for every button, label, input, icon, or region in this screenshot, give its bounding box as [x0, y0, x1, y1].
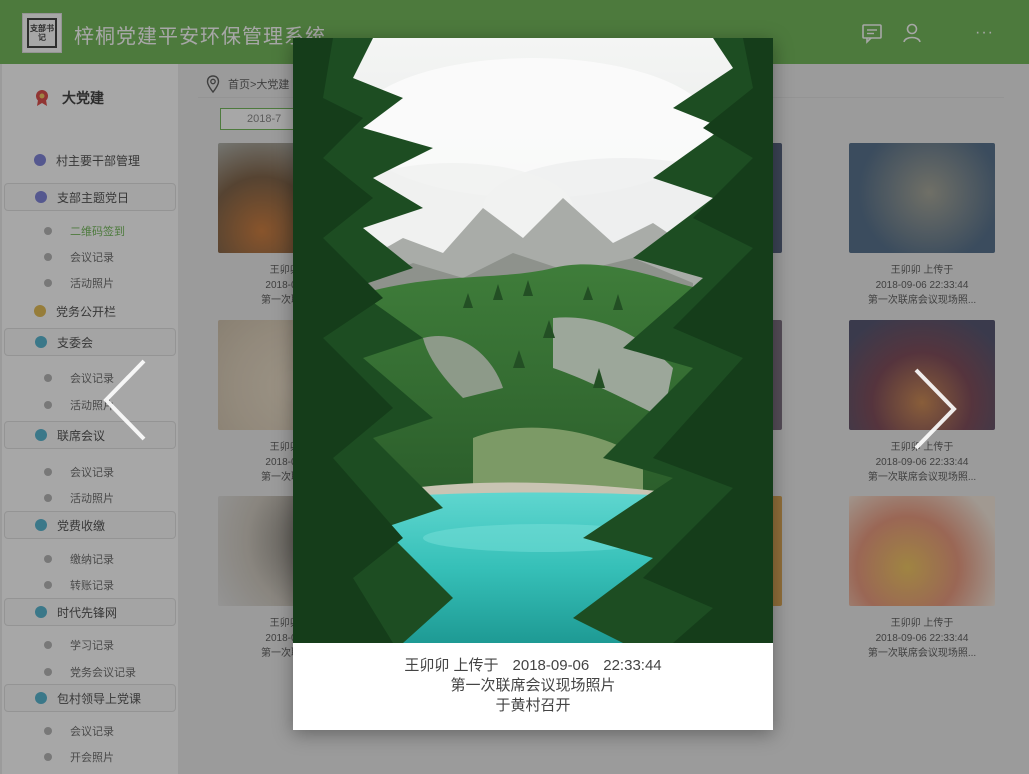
caption-title: 第一次联席会议现场照片 [450, 677, 616, 694]
caption-date: 2018-09-06 [512, 657, 590, 674]
prev-arrow-icon[interactable] [100, 355, 160, 445]
caption-time: 22:33:44 [603, 657, 662, 674]
photo-viewer-modal: 王卯卯 上传于 2018-09-06 22:33:44 第一次联席会议现场照片 于黄… [293, 38, 773, 730]
caption-uploader: 王卯卯 上传于 [404, 657, 499, 674]
caption-location: 于黄村召开 [495, 697, 571, 714]
mountain-lake-photo [293, 38, 773, 643]
photo-caption: 王卯卯 上传于 2018-09-06 22:33:44 第一次联席会议现场照片 于黄… [293, 656, 773, 716]
next-arrow-icon[interactable] [906, 364, 966, 454]
